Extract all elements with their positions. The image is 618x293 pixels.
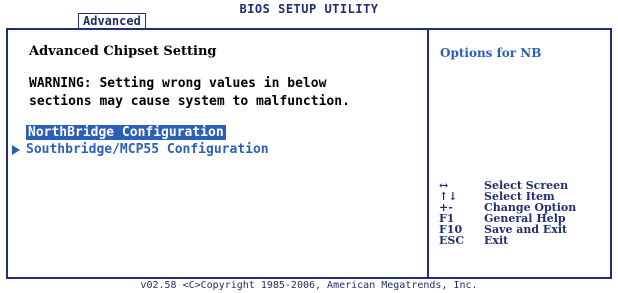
section-title: Advanced Chipset Setting (29, 44, 217, 59)
menu-item-southbridge[interactable]: Southbridge/MCP55 Configuration (12, 141, 269, 158)
menu-item-northbridge[interactable]: NorthBridge Configuration (12, 124, 226, 141)
key-legend: ↔ Select Screen ↑↓ Select Item +- Change Op… (439, 180, 609, 246)
copyright-footer: v02.58 <C>Copyright 1985-2006, American … (0, 279, 618, 293)
menu-item-label: Southbridge/MCP55 Configuration (26, 142, 269, 157)
title-bar: BIOS SETUP UTILITY Advanced (0, 0, 618, 29)
warning-line-2: sections may cause system to malfunction… (29, 94, 350, 109)
help-text: Options for NB (440, 46, 542, 60)
pane-divider (427, 30, 429, 277)
triangle-right-icon (12, 127, 20, 138)
key-desc: Exit (484, 234, 509, 247)
triangle-right-icon (12, 144, 20, 155)
warning-text: WARNING: Setting wrong values in below s… (29, 75, 429, 111)
key-row: ESC Exit (439, 235, 609, 246)
key-row: F10 Save and Exit (439, 224, 609, 235)
tab-advanced[interactable]: Advanced (78, 13, 146, 29)
menu-item-label: NorthBridge Configuration (26, 125, 226, 140)
key-esc: ESC (439, 234, 465, 247)
warning-line-1: WARNING: Setting wrong values in below (29, 76, 327, 91)
